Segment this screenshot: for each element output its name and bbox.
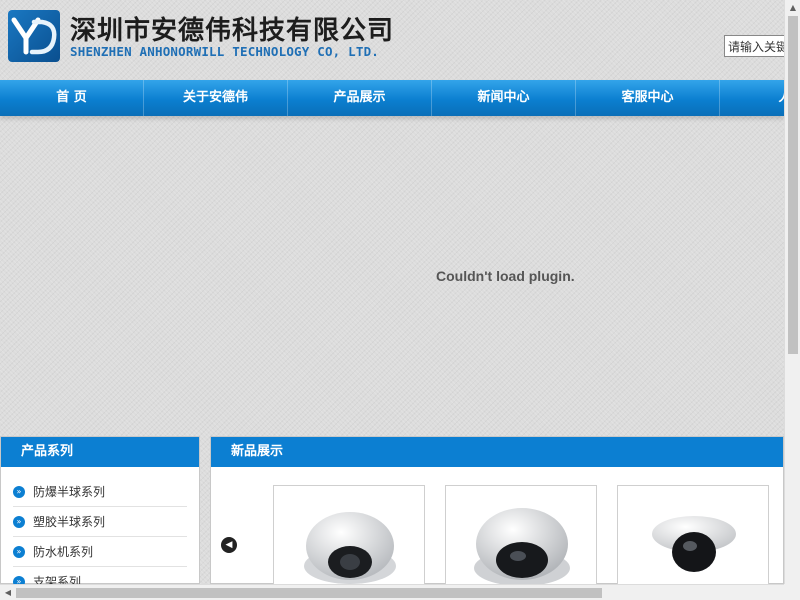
nav-item-service[interactable]: 客服中心 [576, 80, 720, 116]
double-chevron-right-icon: » [13, 485, 25, 498]
category-item[interactable]: » 防爆半球系列 [13, 477, 187, 507]
category-label: 防水机系列 [33, 544, 94, 559]
product-thumbnail[interactable] [445, 485, 597, 595]
double-chevron-right-icon: » [13, 545, 25, 558]
main-nav: 首 页关于安德伟产品展示新闻中心客服中心人才 [0, 80, 784, 116]
dome-camera-image [304, 512, 396, 584]
yd-logo-icon[interactable] [8, 10, 60, 62]
scroll-left-icon[interactable]: ◀ [0, 585, 16, 600]
company-name-en: SHENZHEN ANHONORWILL TECHNOLOGY CO, LTD. [70, 44, 380, 59]
search-input[interactable]: 请输入关键 [724, 35, 788, 57]
product-thumbnail[interactable] [617, 485, 769, 595]
new-products-title: 新品展示 [211, 437, 783, 467]
nav-item-products[interactable]: 产品展示 [288, 80, 432, 116]
nav-item-careers[interactable]: 人才 [720, 80, 784, 116]
chevron-left-icon[interactable]: ◀ [221, 537, 237, 553]
scroll-up-icon[interactable]: ▲ [785, 0, 800, 16]
dome-camera-image [474, 508, 570, 586]
vertical-scroll-thumb[interactable] [788, 16, 798, 354]
scrollbar-corner [784, 584, 800, 600]
plugin-error-message: Couldn't load plugin. [436, 268, 575, 284]
category-label: 塑胶半球系列 [33, 514, 106, 529]
company-name-cn: 深圳市安德伟科技有限公司 [70, 16, 395, 46]
product-thumbnail[interactable] [273, 485, 425, 595]
nav-item-about[interactable]: 关于安德伟 [144, 80, 288, 116]
nav-item-home[interactable]: 首 页 [0, 80, 144, 116]
horizontal-scroll-thumb[interactable] [16, 588, 602, 598]
category-item[interactable]: » 防水机系列 [13, 537, 187, 567]
category-label: 防爆半球系列 [33, 484, 106, 499]
product-categories-panel: 产品系列 » 防爆半球系列 » 塑胶半球系列 » 防水机系列 » 支架系列 [0, 436, 200, 597]
nav-item-news[interactable]: 新闻中心 [432, 80, 576, 116]
horizontal-scrollbar[interactable]: ◀ [0, 584, 784, 600]
double-chevron-right-icon: » [13, 515, 25, 528]
dome-camera-image [652, 516, 736, 572]
category-item[interactable]: » 塑胶半球系列 [13, 507, 187, 537]
categories-title: 产品系列 [1, 437, 199, 467]
new-products-panel: 新品展示 ◀ [210, 436, 784, 595]
site-header: 深圳市安德伟科技有限公司 SHENZHEN ANHONORWILL TECHNO… [0, 0, 788, 80]
vertical-scrollbar[interactable]: ▲ [784, 0, 800, 584]
category-list: » 防爆半球系列 » 塑胶半球系列 » 防水机系列 » 支架系列 [1, 467, 199, 597]
plugin-area[interactable]: Couldn't load plugin. [0, 118, 784, 428]
